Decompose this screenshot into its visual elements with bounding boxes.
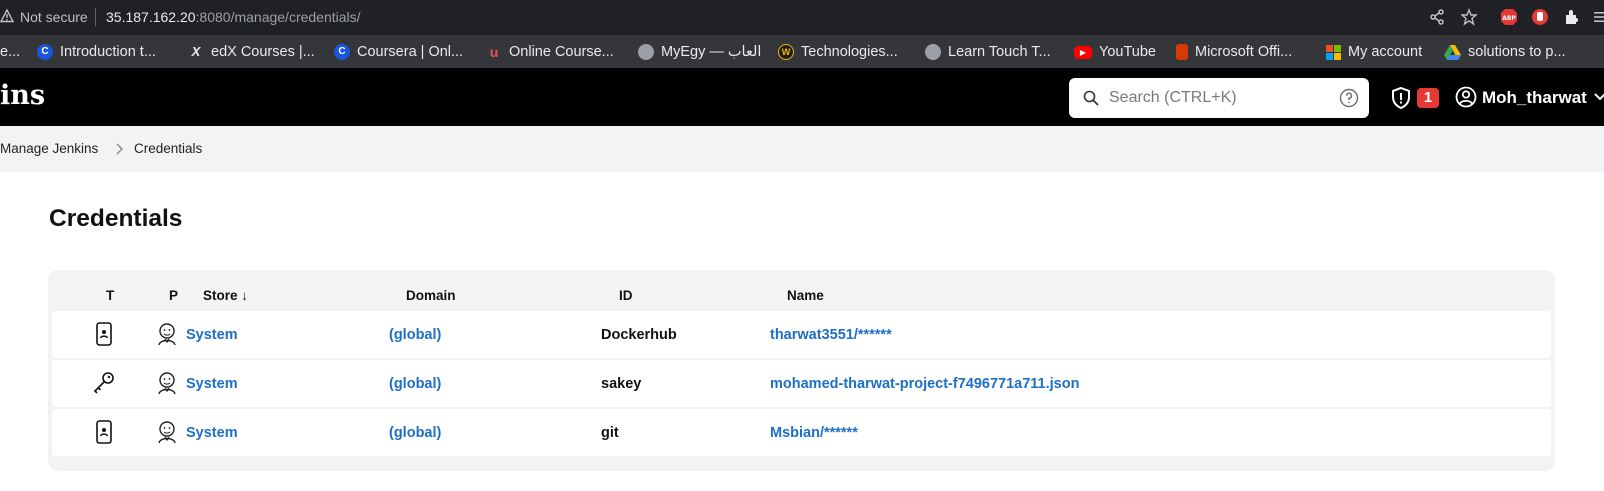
browser-address-bar: Not secure 35.187.162.20:8080/manage/cre… <box>0 0 1604 35</box>
globe-icon <box>925 44 941 60</box>
star-icon[interactable] <box>1460 8 1478 26</box>
bookmark-label: Learn Touch T... <box>948 44 1051 60</box>
bookmark-label: MyEgy — العاب <box>661 44 762 60</box>
store-link[interactable]: System <box>186 327 238 343</box>
office-icon <box>1176 44 1188 60</box>
bookmark-item[interactable]: C Coursera | Onl... <box>334 43 463 61</box>
bookmark-item[interactable]: W Technologies... <box>778 43 898 61</box>
url-path: :8080/manage/credentials/ <box>195 9 361 25</box>
bookmark-item[interactable]: solutions to p... <box>1444 43 1566 61</box>
address-divider <box>95 8 96 26</box>
menu-icon[interactable] <box>1592 8 1604 26</box>
credential-id: sakey <box>601 376 642 392</box>
udemy-icon: u <box>489 44 499 60</box>
domain-link[interactable]: (global) <box>389 376 441 392</box>
w-icon: W <box>778 44 794 60</box>
domain-link[interactable]: (global) <box>389 425 441 441</box>
bookmark-label: Introduction t... <box>60 44 156 60</box>
security-badge[interactable]: 1 <box>1417 88 1439 108</box>
bookmark-item[interactable]: u Online Course... <box>486 43 614 61</box>
url-host: 35.187.162.20 <box>106 9 196 25</box>
store-link[interactable]: System <box>186 425 238 441</box>
column-header-provider[interactable]: P <box>169 288 178 303</box>
bookmark-label: edX Courses |... <box>211 44 315 60</box>
breadcrumb-credentials[interactable]: Credentials <box>134 141 202 156</box>
bookmark-item[interactable]: MyEgy — العاب <box>638 43 761 61</box>
coursera-icon: C <box>37 44 53 60</box>
chevron-right-icon <box>116 143 123 155</box>
security-label[interactable]: Not secure <box>20 9 88 25</box>
bookmark-label: Coursera | Onl... <box>357 44 464 60</box>
edx-icon: X <box>191 44 201 59</box>
bookmarks-bar: e... C Introduction t... XedX Courses |..… <box>0 35 1604 68</box>
warning-icon <box>0 9 14 23</box>
bookmark-item[interactable]: ▶ YouTube <box>1074 43 1156 61</box>
bookmark-label: Technologies... <box>801 44 898 60</box>
extensions-icon[interactable] <box>1563 8 1581 26</box>
bookmark-item[interactable]: C Introduction t... <box>37 43 156 61</box>
search-box <box>1069 78 1369 118</box>
hand-stop-icon[interactable] <box>1531 8 1549 26</box>
column-header-type[interactable]: T <box>106 288 114 303</box>
bookmark-label: My account <box>1348 44 1423 60</box>
search-icon <box>1083 90 1099 106</box>
bookmark-label: Online Course... <box>509 44 614 60</box>
chevron-down-icon[interactable] <box>1594 92 1604 102</box>
credential-name-link[interactable]: Msbian/****** <box>770 425 858 441</box>
coursera-icon: C <box>334 44 350 60</box>
phone-icon <box>96 420 112 444</box>
column-header-name[interactable]: Name <box>787 288 824 303</box>
breadcrumb-manage-jenkins[interactable]: Manage Jenkins <box>0 141 98 156</box>
share-icon[interactable] <box>1428 8 1446 26</box>
domain-link[interactable]: (global) <box>389 327 441 343</box>
page-title: Credentials <box>49 205 183 232</box>
adblock-icon[interactable]: ABP <box>1500 8 1518 26</box>
bookmark-item[interactable]: Microsoft Offi... <box>1176 43 1292 61</box>
bookmark-item[interactable]: My account <box>1326 43 1422 61</box>
bookmark-label: e... <box>0 44 21 60</box>
credential-id: git <box>601 425 619 441</box>
url-field[interactable]: 35.187.162.20:8080/manage/credentials/ <box>106 9 361 25</box>
globe-icon <box>638 44 654 60</box>
jenkins-butler-icon <box>158 372 176 395</box>
credential-name-link[interactable]: tharwat3551/****** <box>770 327 892 343</box>
breadcrumb <box>0 126 1604 172</box>
shield-icon[interactable] <box>1390 86 1412 110</box>
user-menu-name[interactable]: Moh_tharwat <box>1482 88 1587 108</box>
jenkins-butler-icon <box>158 421 176 444</box>
bookmark-item[interactable]: e... <box>0 43 20 61</box>
jenkins-logo[interactable]: ins <box>0 80 45 111</box>
search-input[interactable] <box>1109 86 1329 110</box>
microsoft-icon <box>1326 44 1341 60</box>
svg-text:ABP: ABP <box>1502 15 1516 22</box>
column-header-domain[interactable]: Domain <box>406 288 456 303</box>
bookmark-label: solutions to p... <box>1468 44 1566 60</box>
jenkins-butler-icon <box>158 323 176 346</box>
credential-id: Dockerhub <box>601 327 677 343</box>
column-header-store[interactable]: Store ↓ <box>203 288 248 303</box>
store-link[interactable]: System <box>186 376 238 392</box>
bookmark-item[interactable]: XedX Courses |... <box>188 43 315 61</box>
key-icon <box>93 372 114 394</box>
drive-icon <box>1444 44 1461 60</box>
column-header-id[interactable]: ID <box>619 288 633 303</box>
bookmark-item[interactable]: Learn Touch T... <box>925 43 1051 61</box>
bookmark-label: Microsoft Offi... <box>1195 44 1293 60</box>
credential-name-link[interactable]: mohamed-tharwat-project-f7496771a711.jso… <box>770 376 1079 392</box>
help-icon[interactable] <box>1339 88 1359 108</box>
youtube-icon: ▶ <box>1074 45 1092 59</box>
bookmark-label: YouTube <box>1099 44 1156 60</box>
phone-icon <box>96 322 112 346</box>
user-avatar-icon[interactable] <box>1455 86 1477 108</box>
